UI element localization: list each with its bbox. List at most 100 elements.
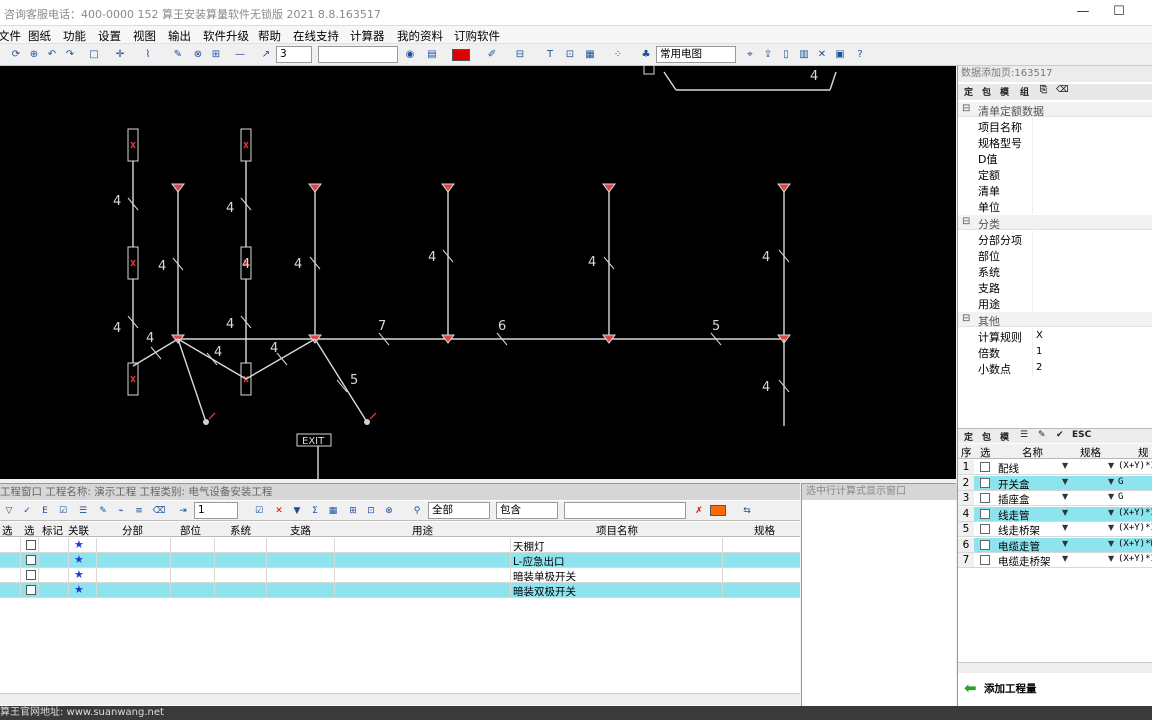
menu-view[interactable]: 视图 <box>133 28 156 44</box>
row-checkbox[interactable] <box>26 555 36 565</box>
zoom-extents-icon[interactable]: ⊕ <box>26 47 42 63</box>
template-tool[interactable]: 模 <box>1000 85 1009 98</box>
esc-icon[interactable]: E <box>38 504 52 518</box>
quantity-row[interactable]: 5 线走桥架 ▼ ▼ (X+Y)*I <box>958 522 1152 537</box>
collapse-icon[interactable]: ⊟ <box>962 313 970 324</box>
section-other[interactable]: ⊟ 其他 <box>958 312 1152 328</box>
prop-usage[interactable]: 用途 <box>958 295 1152 311</box>
menu-drawing[interactable]: 图纸 <box>28 28 51 44</box>
cad-canvas[interactable]: 4 4 4 4 4 4 4 4 4 4 4 4 4 4 4 7 6 5 5 EXIT <box>0 66 956 479</box>
menu-online-support[interactable]: 在线支持 <box>293 28 339 44</box>
line-width-input[interactable]: 3 <box>276 46 312 63</box>
document-icon[interactable]: ▯ <box>778 47 794 63</box>
array-icon[interactable]: ▦ <box>582 47 598 63</box>
row-checkbox[interactable] <box>980 493 990 503</box>
swap-icon[interactable]: ⇆ <box>740 504 754 518</box>
filter-text-input[interactable] <box>564 502 686 519</box>
pen-icon[interactable]: ✐ <box>484 47 500 63</box>
clear-filter-icon[interactable]: ✗ <box>692 504 706 518</box>
tree-icon[interactable]: ♣ <box>638 47 654 63</box>
edit-icon[interactable]: ✎ <box>96 504 110 518</box>
dimension-icon[interactable]: ⊟ <box>512 47 528 63</box>
menu-function[interactable]: 功能 <box>63 28 86 44</box>
brush-icon[interactable]: ⌁ <box>114 504 128 518</box>
layer-icon[interactable]: ◉ <box>402 47 418 63</box>
redo-icon[interactable]: ↷ <box>62 47 78 63</box>
quantity-row[interactable]: 6 电缆走管 ▼ ▼ (X+Y)*W <box>958 537 1152 553</box>
quantity-table-scrollbar[interactable] <box>958 662 1152 673</box>
dropdown-arrow-icon[interactable]: ▼ <box>1062 492 1068 501</box>
color-swatch[interactable] <box>452 49 470 61</box>
row-checkbox[interactable] <box>26 585 36 595</box>
row-checkbox[interactable] <box>980 508 990 519</box>
prop-system[interactable]: 系统 <box>958 263 1152 279</box>
menu-file[interactable]: 文件 <box>0 28 21 44</box>
row-checkbox[interactable] <box>980 462 990 472</box>
prop-branch[interactable]: 支路 <box>958 279 1152 295</box>
prop-division[interactable]: 分部分项 <box>958 231 1152 247</box>
delete-icon[interactable]: ✕ <box>814 47 830 63</box>
dropdown-arrow-icon[interactable]: ▼ <box>1108 492 1114 501</box>
menu-calculator[interactable]: 计算器 <box>350 28 385 44</box>
quota-tool-2[interactable]: 定 <box>964 430 973 443</box>
minimize-button[interactable]: — <box>1068 2 1098 22</box>
menu-my-profile[interactable]: 我的资料 <box>397 28 443 44</box>
project-row[interactable]: ★ L-应急出口 <box>0 553 800 568</box>
filter-icon[interactable]: ▽ <box>2 504 16 518</box>
dropdown-arrow-icon[interactable]: ▼ <box>1062 477 1068 486</box>
esc-tool[interactable]: ESC <box>1072 430 1091 440</box>
dots-icon[interactable]: ⁘ <box>610 47 626 63</box>
row-checkbox[interactable] <box>980 477 990 488</box>
section-quota-data[interactable]: ⊟ 清单定额数据 <box>958 102 1152 118</box>
find-icon[interactable]: ⌖ <box>742 47 758 63</box>
dropdown-arrow-icon[interactable]: ▼ <box>1108 539 1114 548</box>
edit-icon[interactable]: ✎ <box>1038 430 1046 440</box>
window-icon[interactable]: ▣ <box>832 47 848 63</box>
filter-all-select[interactable]: 全部 <box>428 502 490 519</box>
refresh-icon[interactable]: ⟳ <box>8 47 24 63</box>
merge-icon[interactable]: ⊞ <box>346 504 360 518</box>
crosshair-icon[interactable]: ✛ <box>112 47 128 63</box>
block-icon[interactable]: ⊡ <box>562 47 578 63</box>
row-checkbox[interactable] <box>980 539 990 550</box>
quantity-row[interactable]: 7 电缆走桥架 ▼ ▼ (X+Y)*I <box>958 553 1152 568</box>
pick-point-icon[interactable]: ✎ <box>170 47 186 63</box>
funnel-icon[interactable]: ▼ <box>290 504 304 518</box>
prop-location[interactable]: 部位 <box>958 247 1152 263</box>
maximize-button[interactable]: ☐ <box>1104 2 1134 22</box>
table-icon[interactable]: ▥ <box>796 47 812 63</box>
prop-calc-rule[interactable]: 计算规则 X <box>958 328 1152 344</box>
prop-quota[interactable]: 定额 <box>958 166 1152 182</box>
dropdown-arrow-icon[interactable]: ▼ <box>1062 554 1068 563</box>
menu-help[interactable]: 帮助 <box>258 28 281 44</box>
link-star-icon[interactable]: ★ <box>74 553 84 566</box>
dropdown-arrow-icon[interactable]: ▼ <box>1108 523 1114 532</box>
list-check-icon[interactable]: ☑ <box>56 504 70 518</box>
prop-decimals[interactable]: 小数点 2 <box>958 360 1152 376</box>
project-table-scrollbar[interactable] <box>0 693 800 705</box>
prop-bill[interactable]: 清单 <box>958 182 1152 198</box>
menu-settings[interactable]: 设置 <box>98 28 121 44</box>
layer-manager-icon[interactable]: ▤ <box>424 47 440 63</box>
prop-unit[interactable]: 单位 <box>958 198 1152 214</box>
dropdown-arrow-icon[interactable]: ▼ <box>1062 523 1068 532</box>
export-icon[interactable]: ⇪ <box>760 47 776 63</box>
check-icon[interactable]: ✔ <box>1056 430 1064 440</box>
text-style-icon[interactable]: T <box>542 47 558 63</box>
section-classification[interactable]: ⊟ 分类 <box>958 215 1152 231</box>
prop-spec-model[interactable]: 规格型号 <box>958 134 1152 150</box>
prop-multiple[interactable]: 倍数 1 <box>958 344 1152 360</box>
rectangle-icon[interactable]: □ <box>86 47 102 63</box>
prop-project-name[interactable]: 项目名称 <box>958 118 1152 134</box>
filter-mode-select[interactable]: 包含 <box>496 502 558 519</box>
menu-output[interactable]: 输出 <box>168 28 191 44</box>
color-swatch[interactable] <box>710 505 726 516</box>
eraser-icon[interactable]: ⌫ <box>1056 85 1069 95</box>
project-row[interactable]: ★ 暗装双极开关 <box>0 583 800 598</box>
add-quantity-button[interactable]: ⬅ 添加工程量 <box>962 678 1148 700</box>
package-tool[interactable]: 包 <box>982 85 991 98</box>
check-icon[interactable]: ✓ <box>20 504 34 518</box>
undo-icon[interactable]: ↶ <box>44 47 60 63</box>
collapse-icon[interactable]: ⊟ <box>962 216 970 227</box>
binoculars-icon[interactable]: ⚲ <box>410 504 424 518</box>
